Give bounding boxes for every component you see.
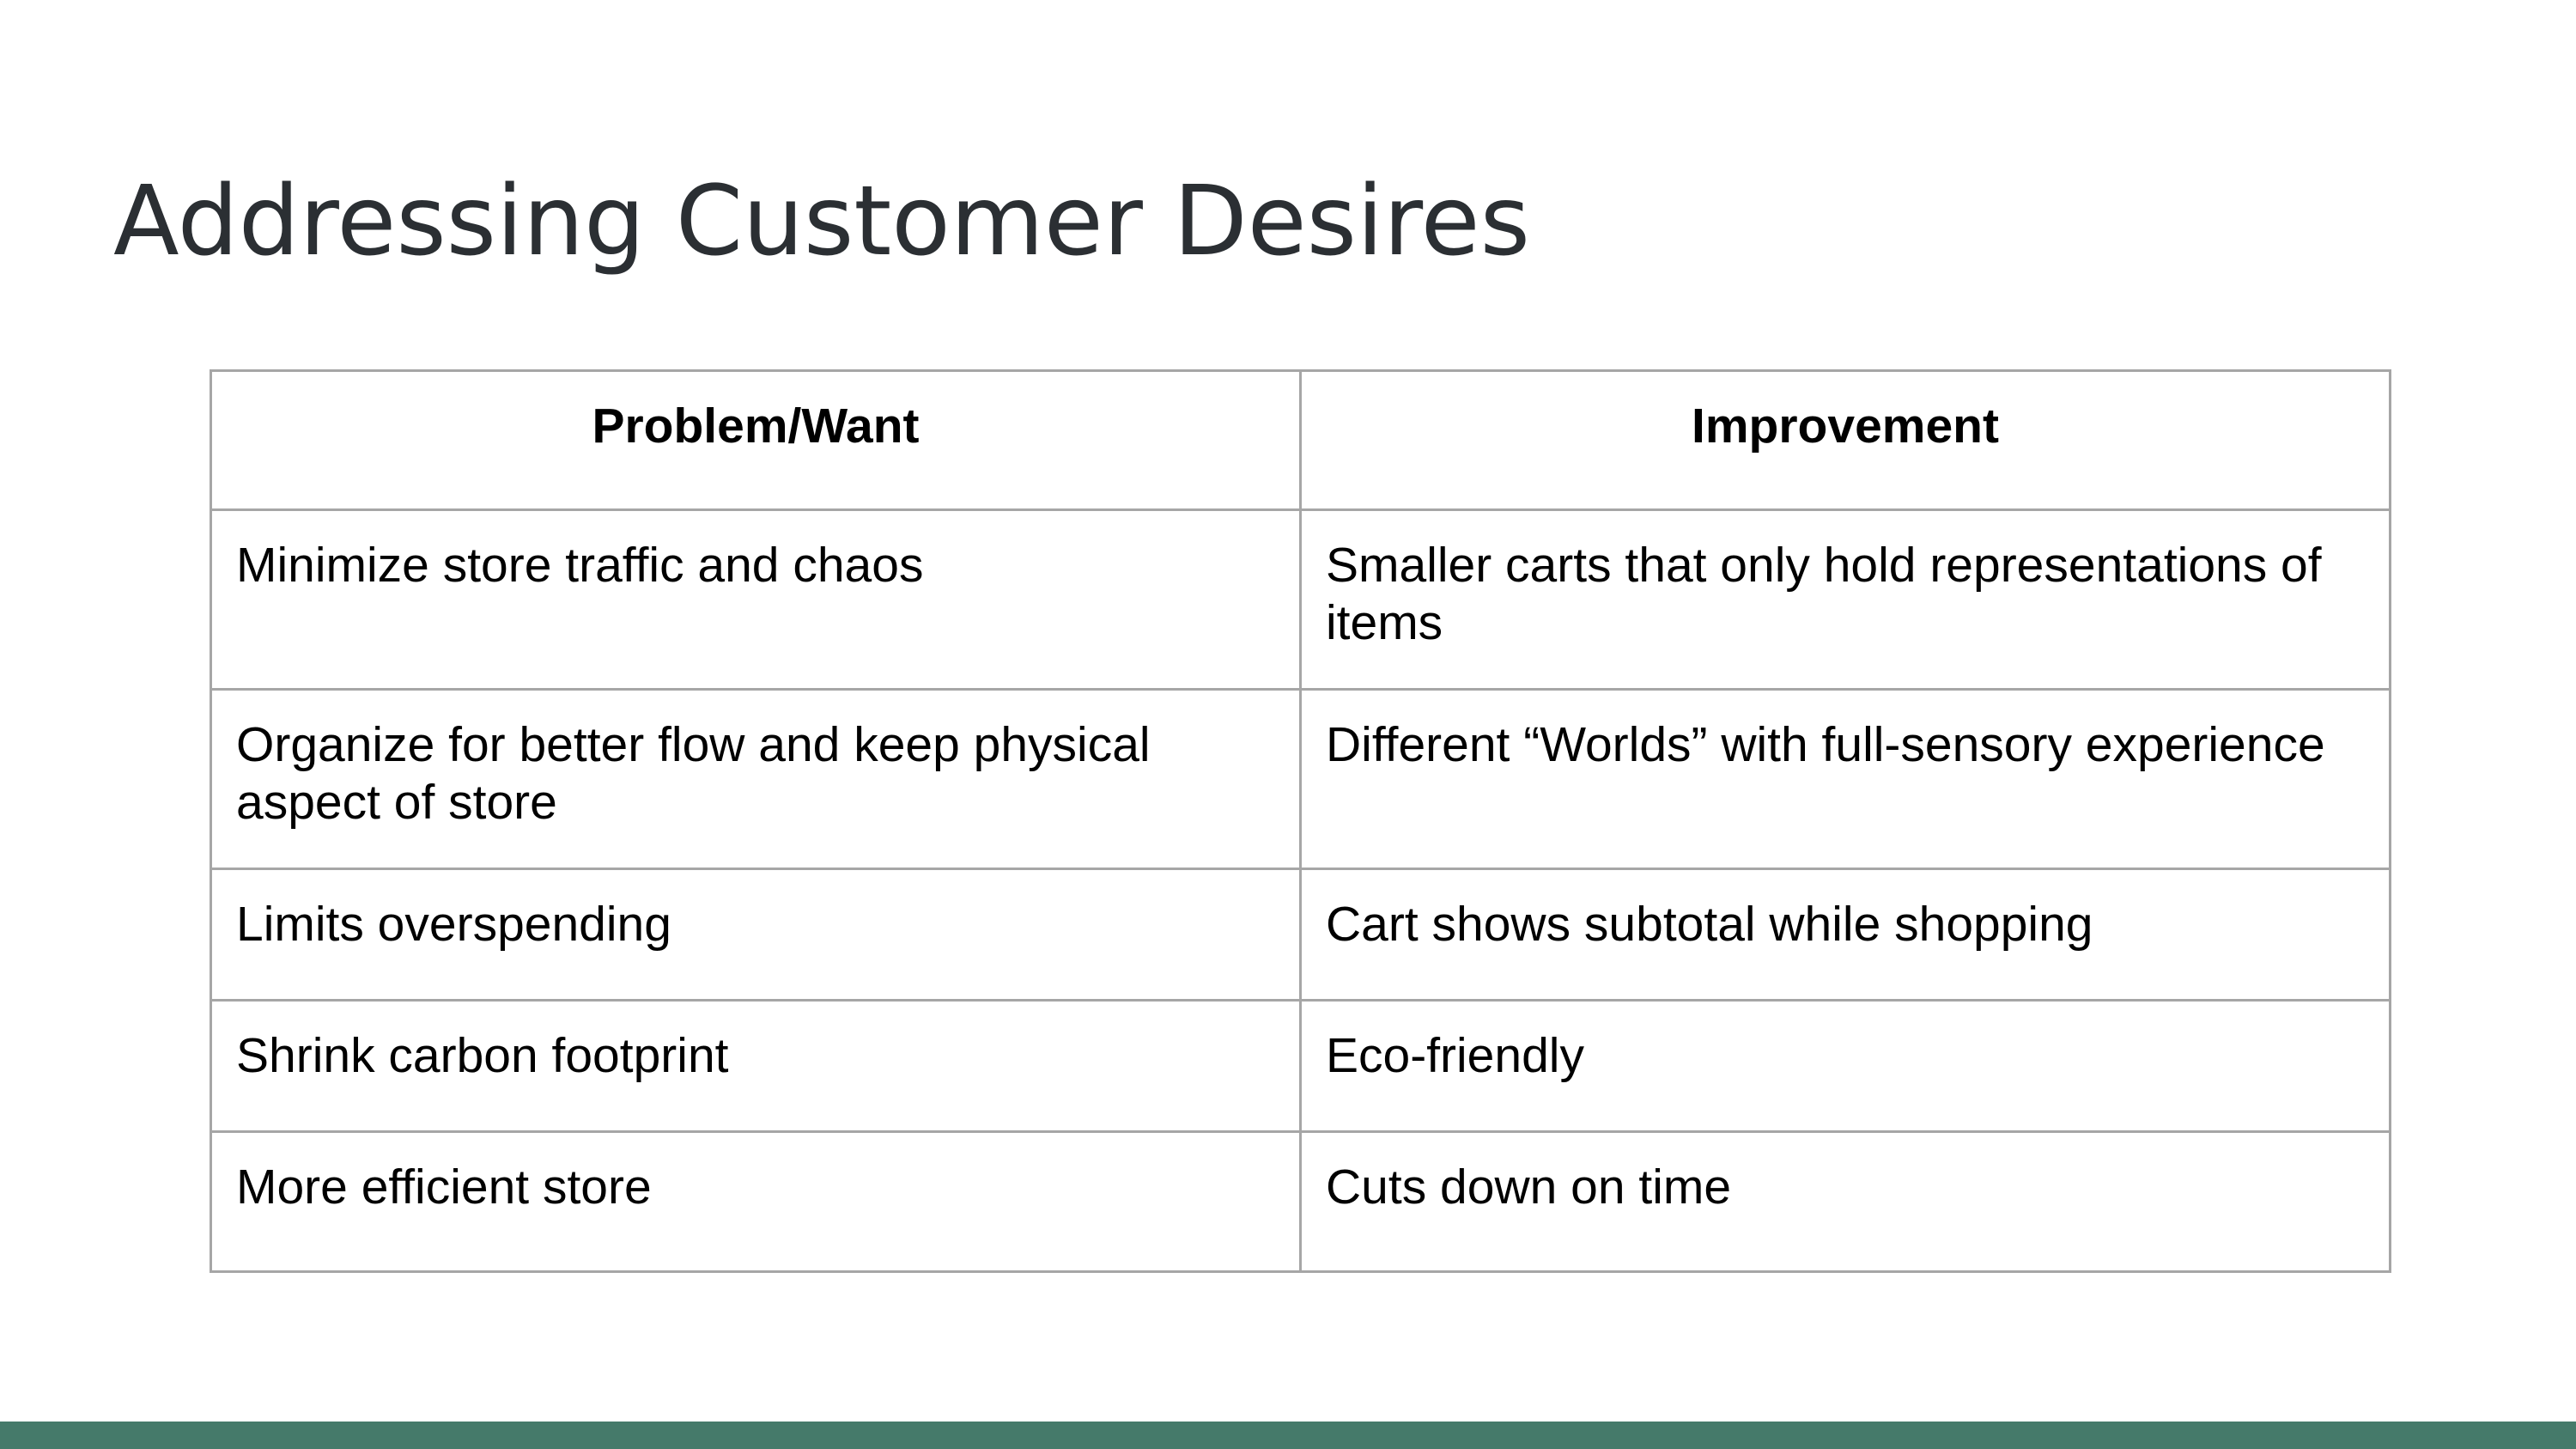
table-row: Limits overspending Cart shows subtotal …: [210, 868, 2391, 1002]
improvement-cell: Cuts down on time: [1299, 1130, 2391, 1273]
problem-cell: Limits overspending: [210, 868, 1302, 1002]
improvement-cell: Smaller carts that only hold representat…: [1299, 508, 2391, 691]
table-row: More efficient store Cuts down on time: [210, 1130, 2391, 1273]
table-row: Organize for better flow and keep physic…: [210, 688, 2391, 870]
improvement-cell: Different “Worlds” with full-sensory exp…: [1299, 688, 2391, 870]
problem-cell: Shrink carbon footprint: [210, 999, 1302, 1133]
problem-cell: Minimize store traffic and chaos: [210, 508, 1302, 691]
table-header-row: Problem/Want Improvement: [210, 369, 2391, 511]
improvement-cell: Eco-friendly: [1299, 999, 2391, 1133]
footer-accent-bar: [0, 1422, 2576, 1449]
problem-cell: Organize for better flow and keep physic…: [210, 688, 1302, 870]
slide-title: Addressing Customer Desires: [113, 166, 1530, 277]
table-row: Shrink carbon footprint Eco-friendly: [210, 999, 2391, 1133]
improvement-cell: Cart shows subtotal while shopping: [1299, 868, 2391, 1002]
comparison-table: Problem/Want Improvement Minimize store …: [210, 369, 2391, 1273]
column-header-improvement: Improvement: [1299, 369, 2391, 511]
table-row: Minimize store traffic and chaos Smaller…: [210, 508, 2391, 691]
column-header-problem-want: Problem/Want: [210, 369, 1302, 511]
problem-cell: More efficient store: [210, 1130, 1302, 1273]
